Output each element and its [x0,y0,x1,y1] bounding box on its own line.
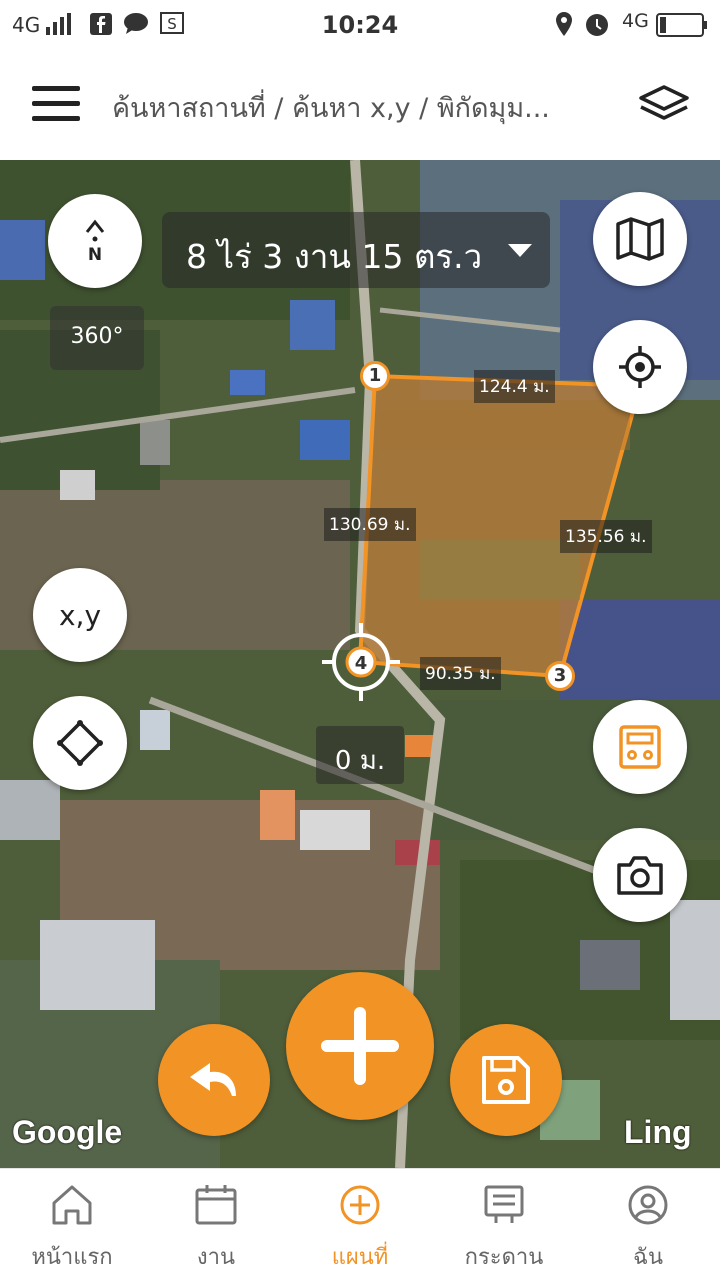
calculator-button[interactable] [593,700,687,794]
distance-label-side-3-4: 90.35 ม. [420,657,501,690]
layers-icon[interactable] [638,84,690,124]
current-distance: 0 ม. [316,726,404,784]
compass-letter: N [88,245,102,265]
calendar-icon [195,1185,237,1225]
bottom-navigation: หน้าแรก งาน แผนที่ กระดาน ฉัน [0,1168,720,1280]
breadcrumb[interactable]: ค้นหาสถานที่ / ค้นหา x,y / พิกัดมุม... [112,86,618,129]
area-selector[interactable]: 8 ไร่ 3 งาน 15 ตร.ว [162,212,550,288]
vertex-marker[interactable]: 1 [360,361,390,391]
network-type-right: 4G [622,10,649,32]
rotation-360-button[interactable]: 360° [50,306,144,370]
clock: 10:24 [321,11,399,39]
nav-label: แผนที่ [331,1245,389,1270]
placement-crosshair-icon[interactable]: 4 [322,623,400,701]
save-button[interactable] [450,1024,562,1136]
ling-watermark: Ling [624,1114,692,1150]
nav-label: ฉัน [632,1245,664,1270]
distance-label-side-1-2: 124.4 ม. [474,370,555,403]
nav-tasks[interactable]: งาน [144,1169,288,1280]
floppy-disk-icon [482,1056,530,1104]
status-bar: 4G S 10:24 4G [0,0,720,50]
satellite-map[interactable]: N 360° 8 ไร่ 3 งาน 15 ตร.ว x,y 124.4 ม. … [0,160,720,1168]
nav-home[interactable]: หน้าแรก [0,1169,144,1280]
camera-button[interactable] [593,828,687,922]
undo-arrow-icon [190,1063,236,1096]
top-bar: ค้นหาสถานที่ / ค้นหา x,y / พิกัดมุม... [0,50,720,160]
my-location-button[interactable] [593,320,687,414]
battery-icon [656,13,707,37]
distance-label-side-2-3: 135.56 ม. [560,520,652,553]
google-watermark: Google [12,1114,123,1150]
nav-label: กระดาน [464,1245,544,1270]
undo-button[interactable] [158,1024,270,1136]
plus-icon [321,1007,399,1085]
crosshair-target-icon [619,346,661,388]
meter-device-icon [619,725,661,769]
plus-circle-icon [340,1185,380,1225]
compass-arrow-icon: N [85,219,105,265]
nav-map[interactable]: แผนที่ [288,1169,432,1280]
dropdown-caret-icon [508,244,532,257]
distance-label-side-4-1: 130.69 ม. [324,508,416,541]
board-icon [484,1185,524,1223]
hamburger-menu-icon[interactable] [32,86,80,122]
alarm-icon [586,14,608,36]
compass-button[interactable]: N [48,194,142,288]
xy-coordinate-button[interactable]: x,y [33,568,127,662]
nav-label: งาน [196,1245,236,1270]
area-value: 8 ไร่ 3 งาน 15 ตร.ว [186,237,483,276]
add-point-button[interactable] [286,972,434,1120]
profile-icon [628,1185,668,1225]
nav-label: หน้าแรก [31,1245,113,1270]
folded-map-icon [616,217,664,261]
nav-board[interactable]: กระดาน [432,1169,576,1280]
diamond-polygon-icon [57,720,103,766]
nav-profile[interactable]: ฉัน [576,1169,720,1280]
map-type-button[interactable] [593,192,687,286]
vertex-marker-label: 4 [355,653,368,674]
camera-icon [617,856,663,895]
location-icon [556,12,572,36]
vertex-marker[interactable]: 3 [545,661,575,691]
polygon-tool-button[interactable] [33,696,127,790]
home-icon [52,1185,92,1225]
